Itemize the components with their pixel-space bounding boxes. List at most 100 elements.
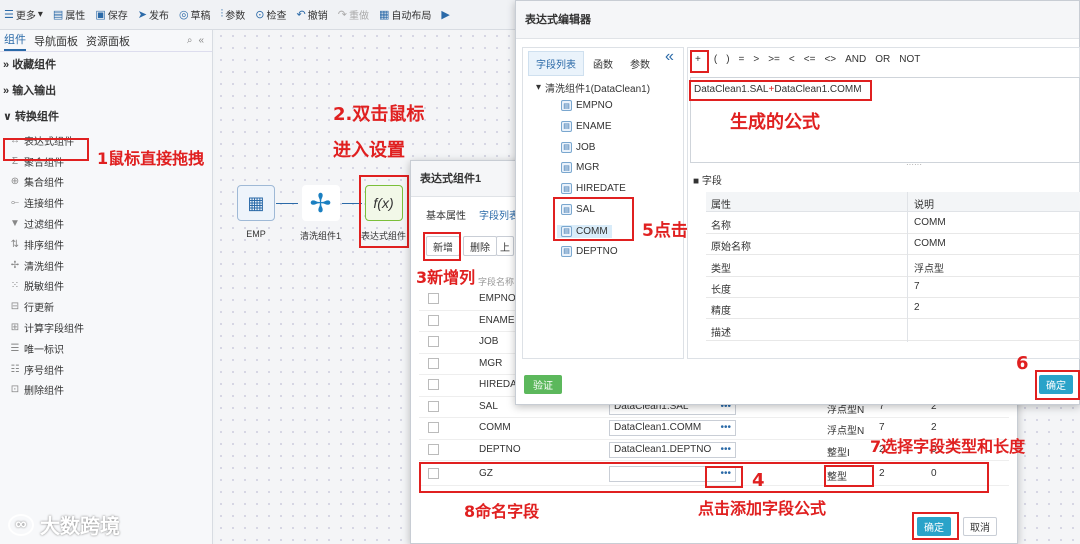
component-item[interactable]: ⊕ 集合组件 xyxy=(0,172,212,193)
group-transform[interactable]: ∨ 转换组件 xyxy=(0,104,212,130)
operator-button[interactable]: > xyxy=(753,54,759,65)
component-panel: 组件 导航面板 资源面板 ⌕ « » 收藏组件 » 输入输出 ∨ 转换组件 ↔ 表达… xyxy=(0,30,213,544)
auto-layout-button[interactable]: ▦ 自动布局 xyxy=(379,7,431,22)
check-button[interactable]: ⊙ 检查 xyxy=(255,7,286,22)
row-checkbox[interactable] xyxy=(428,422,439,433)
component-item[interactable]: ⊞ 计算字段组件 xyxy=(0,317,212,338)
save-button[interactable]: ▣ 保存 xyxy=(95,7,127,22)
undo-icon: ↶ xyxy=(296,9,306,21)
more-icon[interactable]: ••• xyxy=(720,421,735,435)
tab-functions[interactable]: 函数 xyxy=(593,56,613,71)
row-checkbox[interactable] xyxy=(428,314,439,326)
field-icon: ▤ xyxy=(561,245,572,257)
tree-field[interactable]: ▤ MGR xyxy=(561,162,599,174)
tab-field-list[interactable]: 字段列表 xyxy=(479,207,519,222)
component-item[interactable]: ⁙ 脱敏组件 xyxy=(0,276,212,297)
prop-row: 类型 浮点型 xyxy=(706,256,1080,277)
component-icon: ⊕ xyxy=(10,176,20,188)
row-checkbox[interactable] xyxy=(428,357,439,369)
more-menu[interactable]: ☰ 更多 ▾ xyxy=(4,7,43,22)
component-icon: ☷ xyxy=(10,363,20,375)
run-button[interactable]: ▶ xyxy=(441,8,449,21)
params-button[interactable]: ⫶ 参数 xyxy=(221,7,246,22)
group-favorites[interactable]: » 收藏组件 xyxy=(0,52,212,78)
tab-navigation[interactable]: 导航面板 xyxy=(34,33,78,49)
node-clean[interactable]: ✢ 清洗组件1 xyxy=(300,185,341,242)
component-item[interactable]: ▼ 过滤组件 xyxy=(0,213,212,234)
check-icon: ⊙ xyxy=(255,9,265,21)
group-io[interactable]: » 输入输出 xyxy=(0,78,212,104)
tab-components[interactable]: 组件 xyxy=(4,31,26,51)
field-icon: ▤ xyxy=(561,162,572,174)
field-name-cell: JOB xyxy=(479,336,499,347)
length-cell: 7 xyxy=(879,422,885,433)
field-name-cell: EMPNO xyxy=(479,293,516,304)
play-icon: ▶ xyxy=(441,9,450,21)
field-name-cell: DEPTNO xyxy=(479,443,521,455)
collapse-panel-icon[interactable]: « xyxy=(665,48,674,66)
precision-cell: 2 xyxy=(931,422,937,433)
delete-button[interactable]: 删除 xyxy=(463,236,497,256)
operator-button[interactable]: NOT xyxy=(899,54,920,65)
row-checkbox[interactable] xyxy=(428,443,439,455)
annotation-box-component xyxy=(3,138,89,161)
tab-fields[interactable]: 字段列表 xyxy=(528,51,584,76)
operator-button[interactable]: OR xyxy=(875,54,890,65)
tree-field[interactable]: ▤ DEPTNO xyxy=(561,245,618,257)
formula-input[interactable]: DataClean1.DEPTNO ••• xyxy=(609,441,736,458)
field-name-cell: ENAME xyxy=(479,314,515,326)
draft-button[interactable]: ◎ 草稿 xyxy=(179,7,211,22)
sliders-icon: ⫶ xyxy=(220,8,224,20)
operator-button[interactable]: <= xyxy=(804,54,816,65)
tab-params[interactable]: 参数 xyxy=(630,56,650,71)
node-emp[interactable]: ▦ EMP xyxy=(237,185,275,239)
undo-button[interactable]: ↶ 撤销 xyxy=(297,7,328,22)
tree-field[interactable]: ▤ ENAME xyxy=(561,120,612,132)
operator-button[interactable]: AND xyxy=(845,54,866,65)
component-item[interactable]: ✢ 清洗组件 xyxy=(0,255,212,276)
component-item[interactable]: ☰ 唯一标识 xyxy=(0,338,212,359)
component-item[interactable]: ☷ 序号组件 xyxy=(0,359,212,380)
tree-root[interactable]: ▾ 清洗组件1(DataClean1) xyxy=(536,80,650,95)
move-up-button[interactable]: 上 xyxy=(496,236,514,256)
properties-button[interactable]: ▤ 属性 xyxy=(53,7,85,22)
row-checkbox[interactable] xyxy=(428,336,439,347)
redo-button[interactable]: ↷ 重做 xyxy=(338,7,369,22)
publish-button[interactable]: ➤ 发布 xyxy=(138,7,169,22)
properties-icon: ▤ xyxy=(52,9,64,21)
tree-field[interactable]: ▤ EMPNO xyxy=(561,100,613,111)
component-item[interactable]: ⇅ 排序组件 xyxy=(0,234,212,255)
component-item[interactable]: ⊟ 行更新 xyxy=(0,296,212,317)
operator-button[interactable]: ( xyxy=(714,54,717,65)
redo-icon: ↷ xyxy=(337,9,347,21)
tab-resources[interactable]: 资源面板 xyxy=(86,33,130,49)
operator-button[interactable]: = xyxy=(739,54,745,65)
node-expression[interactable]: f(x) 表达式组件 xyxy=(361,185,406,242)
operator-button[interactable]: < xyxy=(789,54,795,65)
tree-field[interactable]: ▤ JOB xyxy=(561,141,595,153)
tab-basic-props[interactable]: 基本属性 xyxy=(426,207,466,222)
row-checkbox[interactable] xyxy=(428,293,439,304)
draft-icon: ◎ xyxy=(178,9,189,21)
prop-row: 名称 COMM xyxy=(706,213,1080,234)
component-item[interactable]: ⟜ 连接组件 xyxy=(0,192,212,213)
collapse-icon[interactable]: « xyxy=(198,35,204,46)
row-checkbox[interactable] xyxy=(428,379,439,390)
tree-field[interactable]: ▤ HIREDATE xyxy=(561,183,626,195)
fx-icon: f(x) xyxy=(364,185,403,221)
verify-button[interactable]: 验证 xyxy=(524,375,562,394)
formula-input[interactable]: DataClean1.COMM ••• xyxy=(609,420,736,436)
flow-arrow xyxy=(276,203,298,204)
operator-button[interactable]: >= xyxy=(768,54,780,65)
operator-button[interactable]: ) xyxy=(726,54,729,65)
annotation-box-formula-button xyxy=(705,466,743,488)
more-icon[interactable]: ••• xyxy=(720,443,735,457)
search-icon[interactable]: ⌕ xyxy=(187,35,193,46)
component-item[interactable]: ⊡ 删除组件 xyxy=(0,380,212,401)
annotation-1: 1鼠标直接拖拽 xyxy=(97,149,205,168)
row-checkbox[interactable] xyxy=(428,400,439,412)
resize-grip-icon[interactable]: ······ xyxy=(906,160,922,169)
type-cell: 浮点型N xyxy=(827,426,865,437)
dialog1-cancel-button[interactable]: 取消 xyxy=(963,517,997,536)
operator-button[interactable]: <> xyxy=(824,54,836,65)
